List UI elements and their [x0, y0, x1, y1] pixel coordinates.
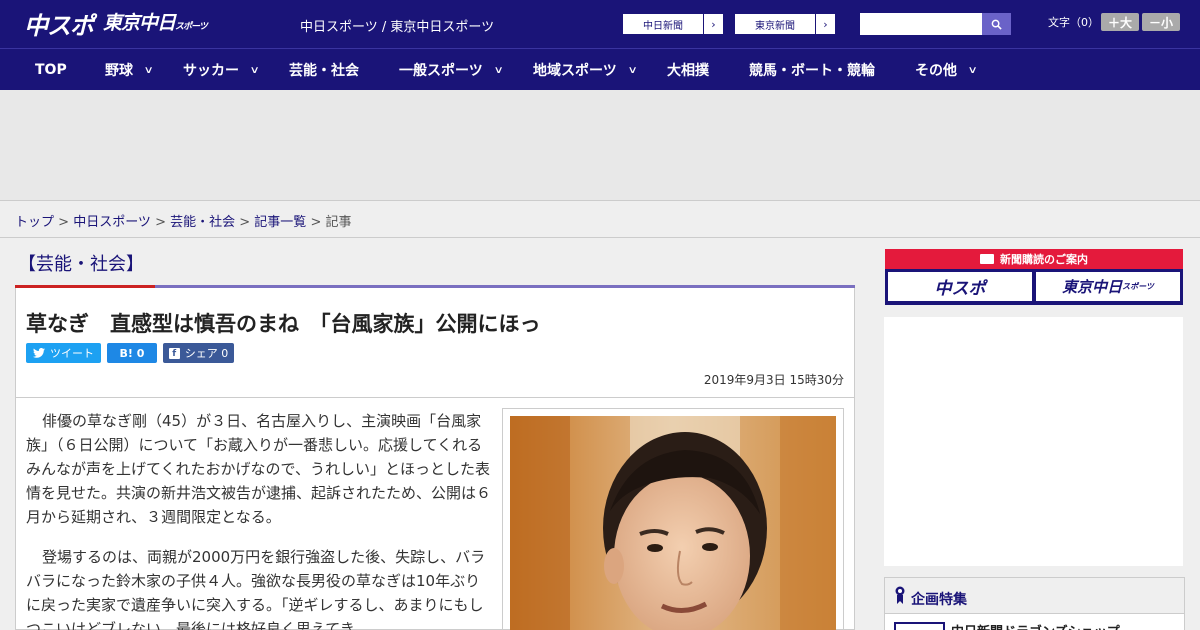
chevron-down-icon: ∨: [627, 64, 638, 76]
nav-item-racing[interactable]: 競馬・ボート・競輪: [749, 49, 875, 91]
article-photo[interactable]: [510, 416, 836, 630]
article-headline: 草なぎ 直感型は慎吾のまね 「台風家族」公開にほっ: [26, 312, 541, 336]
article-paragraph: 俳優の草なぎ剛（45）が３日、名古屋入りし、主演映画「台風家族」（６日公開）につ…: [26, 412, 492, 526]
main-nav: TOP 野球 ∨ サッカー ∨ 芸能・社会 一般スポーツ ∨ 地域スポーツ ∨ 大相撲 …: [0, 48, 1200, 90]
breadcrumb-entertainment[interactable]: 芸能・社会: [170, 215, 235, 230]
breadcrumb: トップ > 中日スポーツ > 芸能・社会 > 記事一覧 > 記事: [0, 200, 1200, 238]
font-size-label: 文字（0）: [1048, 16, 1099, 29]
subscription-banner-header: 新聞購読のご案内: [885, 249, 1183, 269]
newspaper-icon: [980, 254, 994, 264]
site-logo[interactable]: 中スポ 東京中日スポーツ: [24, 8, 208, 40]
breadcrumb-article-list[interactable]: 記事一覧: [254, 215, 306, 230]
top-header: 中スポ 東京中日スポーツ 中日スポーツ / 東京中日スポーツ 中日新聞 › 東京…: [0, 0, 1200, 48]
chevron-down-icon: ∨: [967, 64, 978, 76]
search-button[interactable]: [982, 13, 1011, 35]
nav-item-local-sports[interactable]: 地域スポーツ ∨: [533, 49, 638, 91]
feature-item-thumbnail[interactable]: [894, 622, 945, 630]
article-paragraph: 登場するのは、両親が2000万円を銀行強盗した後、失踪し、バラバラになった鈴木家…: [26, 548, 486, 630]
site-title: 中日スポーツ / 東京中日スポーツ: [300, 20, 495, 35]
feature-header: 企画特集: [885, 578, 1184, 614]
tokyo-shimbun-link[interactable]: 東京新聞 ›: [734, 13, 836, 35]
breadcrumb-current: 記事: [325, 215, 352, 230]
font-size-increase-button[interactable]: ＋大: [1101, 13, 1139, 31]
nav-item-other[interactable]: その他 ∨: [915, 49, 978, 91]
search-input[interactable]: [860, 13, 982, 35]
top-ad-area: [0, 90, 1200, 200]
nav-item-baseball[interactable]: 野球 ∨: [105, 49, 154, 91]
chevron-down-icon: ∨: [493, 64, 504, 76]
category-title: 【芸能・社会】: [18, 254, 144, 275]
chevron-down-icon: ∨: [143, 64, 154, 76]
search-icon: [991, 19, 1002, 30]
hatena-bookmark-button[interactable]: B! 0: [107, 343, 157, 363]
twitter-icon: [33, 348, 45, 358]
tweet-button[interactable]: ツイート: [26, 343, 101, 363]
chevron-right-icon: ›: [815, 14, 835, 34]
subscribe-chuspo[interactable]: 中スポ: [888, 272, 1032, 301]
sidebar-ad: [884, 317, 1183, 566]
breadcrumb-top[interactable]: トップ: [15, 215, 54, 230]
chevron-down-icon: ∨: [249, 64, 260, 76]
feature-item-dragons-shop[interactable]: 中日新聞ドラゴンズショップ: [951, 621, 1120, 630]
nav-item-entertainment[interactable]: 芸能・社会: [289, 49, 359, 91]
feature-section: 企画特集 中日新聞ドラゴンズショップ: [884, 577, 1185, 630]
logo-tokyo-chunichi: 東京中日スポーツ: [103, 12, 208, 34]
subscription-banner[interactable]: 新聞購読のご案内 中スポ 東京中日 スポーツ: [885, 249, 1183, 305]
facebook-share-button[interactable]: f シェア 0: [163, 343, 234, 363]
chevron-right-icon: ›: [703, 14, 723, 34]
article-date: 2019年9月3日 15時30分: [703, 373, 844, 387]
nav-item-top[interactable]: TOP: [35, 49, 67, 91]
portrait-image: [510, 416, 836, 630]
subscribe-tokyo-chunichi[interactable]: 東京中日 スポーツ: [1036, 272, 1180, 301]
ribbon-icon: [895, 586, 905, 604]
nav-item-soccer[interactable]: サッカー ∨: [183, 49, 260, 91]
logo-chuspo: 中スポ: [24, 12, 94, 40]
nav-item-sumo[interactable]: 大相撲: [667, 49, 709, 91]
nav-item-general-sports[interactable]: 一般スポーツ ∨: [399, 49, 504, 91]
facebook-icon: f: [168, 347, 180, 359]
breadcrumb-chunichi-sports[interactable]: 中日スポーツ: [73, 215, 151, 230]
font-size-decrease-button[interactable]: －小: [1142, 13, 1180, 31]
chunichi-shimbun-link[interactable]: 中日新聞 ›: [622, 13, 724, 35]
